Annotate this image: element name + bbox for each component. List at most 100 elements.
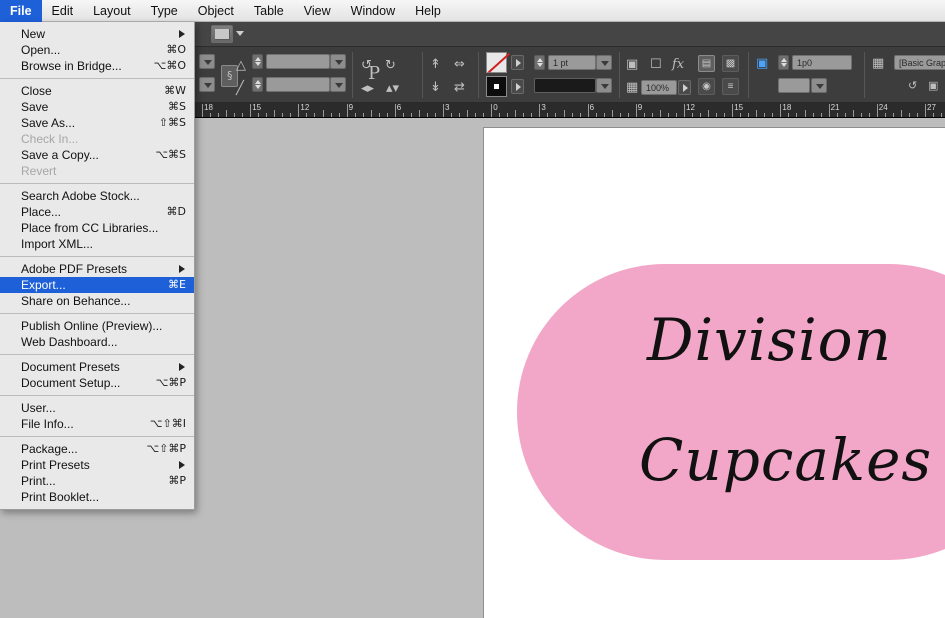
stroke-style-dropdown[interactable] (596, 78, 612, 93)
quick-apply-icon[interactable]: ↺ (908, 80, 917, 91)
stroke-swatch-dropdown[interactable] (511, 79, 524, 94)
menu-item-shortcut: ⌘S (168, 100, 186, 113)
menubar-item-help[interactable]: Help (405, 0, 451, 22)
stroke-weight-stepper[interactable] (534, 55, 545, 70)
file-menu-dropdown[interactable]: New Open... ⌘O Browse in Bridge... ⌥⌘O Close ⌘… (0, 22, 195, 510)
menubar-item-window[interactable]: Window (341, 0, 405, 22)
menu-item-open[interactable]: Open... ⌘O (0, 42, 194, 58)
chevron-down-icon[interactable] (236, 31, 244, 36)
menu-item-publish-online-preview[interactable]: Publish Online (Preview)... (0, 318, 194, 334)
ruler-minor-tick (523, 113, 525, 117)
corner-shape-icon[interactable]: ▣ (756, 57, 768, 70)
rotation-presets-dropdown[interactable] (330, 77, 346, 92)
reference-point-dropdown[interactable] (199, 54, 215, 69)
menubar-item-file[interactable]: File (0, 0, 42, 22)
shear-field[interactable] (266, 54, 330, 69)
ruler-minor-tick (507, 113, 509, 117)
distribute-vertical-icon[interactable]: ⇄ (454, 81, 465, 94)
menu-item-package[interactable]: Package... ⌥⇧⌘P (0, 441, 194, 457)
ruler-minor-tick (410, 113, 412, 117)
menu-item-close[interactable]: Close ⌘W (0, 83, 194, 99)
ruler-minor-tick (724, 113, 726, 117)
document-page[interactable]: Division Cupcakes (483, 127, 945, 618)
menu-item-save[interactable]: Save ⌘S (0, 99, 194, 115)
content-fitting-icon[interactable]: ☐ (650, 58, 662, 71)
align-top-icon[interactable]: ↟ (430, 58, 441, 71)
menu-divider (0, 78, 194, 79)
corner-shape-dropdown[interactable] (811, 78, 827, 93)
menu-item-web-dashboard[interactable]: Web Dashboard... (0, 334, 194, 350)
menu-item-place[interactable]: Place... ⌘D (0, 204, 194, 220)
select-content-icon[interactable]: ▣ (928, 80, 938, 91)
menu-item-search-adobe-stock[interactable]: Search Adobe Stock... (0, 188, 194, 204)
ruler-minor-tick (306, 113, 308, 117)
menu-item-new[interactable]: New (0, 26, 194, 42)
menu-item-file-info[interactable]: File Info... ⌥⇧⌘I (0, 416, 194, 432)
workspace-switcher-button[interactable] (211, 25, 233, 43)
submenu-arrow-icon (179, 363, 185, 371)
menu-item-place-from-cc-libraries[interactable]: Place from CC Libraries... (0, 220, 194, 236)
object-style-field[interactable]: [Basic Graphics Frame] (894, 55, 945, 70)
frame-options-button[interactable]: ▩ (722, 55, 739, 72)
toolbar-divider-2 (422, 52, 423, 98)
ruler-minor-tick (426, 113, 428, 117)
menubar-item-layout[interactable]: Layout (83, 0, 141, 22)
menu-item-label: Search Adobe Stock... (21, 189, 140, 203)
stroke-style-field[interactable] (534, 78, 596, 93)
frame-content-icon[interactable]: ▣ (626, 58, 638, 71)
fill-swatch-none[interactable] (486, 52, 511, 74)
rotation-field[interactable] (266, 77, 330, 92)
pink-rounded-shape[interactable]: Division Cupcakes (517, 264, 945, 560)
menubar-item-table[interactable]: Table (244, 0, 294, 22)
corner-radius-field[interactable]: 1p0 (792, 55, 852, 70)
menu-item-document-setup[interactable]: Document Setup... ⌥⌘P (0, 375, 194, 391)
menu-item-print[interactable]: Print... ⌘P (0, 473, 194, 489)
units-dropdown[interactable] (199, 77, 215, 92)
vertical-align-button[interactable]: ≡ (722, 78, 739, 95)
flip-vertical-icon[interactable]: ▴▾ (386, 82, 399, 95)
ruler-minor-tick (941, 113, 943, 117)
ruler-minor-tick (467, 110, 469, 117)
menu-item-adobe-pdf-presets[interactable]: Adobe PDF Presets (0, 261, 194, 277)
stroke-weight-dropdown[interactable] (596, 55, 612, 70)
shear-stepper[interactable] (252, 54, 263, 69)
align-bottom-icon[interactable]: ↡ (430, 81, 441, 94)
menu-item-export[interactable]: Export... ⌘E (0, 277, 194, 293)
fill-swatch-dropdown[interactable] (511, 55, 524, 70)
menu-item-save-as[interactable]: Save As... ⇧⌘S (0, 115, 194, 131)
menu-item-print-booklet[interactable]: Print Booklet... (0, 489, 194, 505)
ruler-minor-tick (579, 113, 581, 117)
frame-fitting-icon[interactable]: P (368, 65, 380, 83)
corner-options-button[interactable]: ◉ (698, 78, 715, 95)
corner-shape-field[interactable] (778, 78, 810, 93)
menu-item-save-a-copy[interactable]: Save a Copy... ⌥⌘S (0, 147, 194, 163)
shear-presets-dropdown[interactable] (330, 54, 346, 69)
menu-item-import-xml[interactable]: Import XML... (0, 236, 194, 252)
ruler-minor-tick (619, 113, 621, 117)
ruler-label: 15 (252, 103, 262, 112)
menubar-item-edit[interactable]: Edit (42, 0, 84, 22)
menu-item-browse-in-bridge[interactable]: Browse in Bridge... ⌥⌘O (0, 58, 194, 74)
menu-item-label: Publish Online (Preview)... (21, 319, 163, 333)
fx-icon[interactable]: fx (672, 58, 684, 71)
corner-radius-stepper[interactable] (778, 55, 789, 70)
scale-field[interactable]: 100% (641, 80, 677, 95)
scale-dropdown[interactable] (678, 80, 691, 95)
stroke-weight-field[interactable]: 1 pt (548, 55, 596, 70)
distribute-horizontal-icon[interactable]: ⇔ (454, 58, 465, 71)
text-wrap-toggle[interactable]: ▤ (698, 55, 715, 72)
menu-item-label: Web Dashboard... (21, 335, 118, 349)
menubar-item-type[interactable]: Type (141, 0, 188, 22)
menu-bar: File Edit Layout Type Object Table View Window H… (0, 0, 945, 22)
menu-item-print-presets[interactable]: Print Presets (0, 457, 194, 473)
menu-item-user[interactable]: User... (0, 400, 194, 416)
rotation-stepper[interactable] (252, 77, 263, 92)
menubar-item-object[interactable]: Object (188, 0, 244, 22)
menu-item-label: Adobe PDF Presets (21, 262, 128, 276)
menubar-item-view[interactable]: View (294, 0, 341, 22)
rotate-cw-icon[interactable]: ↻ (385, 59, 396, 72)
menu-item-share-on-behance[interactable]: Share on Behance... (0, 293, 194, 309)
menu-item-document-presets[interactable]: Document Presets (0, 359, 194, 375)
ruler-minor-tick (756, 110, 758, 117)
stroke-swatch[interactable] (486, 76, 507, 97)
